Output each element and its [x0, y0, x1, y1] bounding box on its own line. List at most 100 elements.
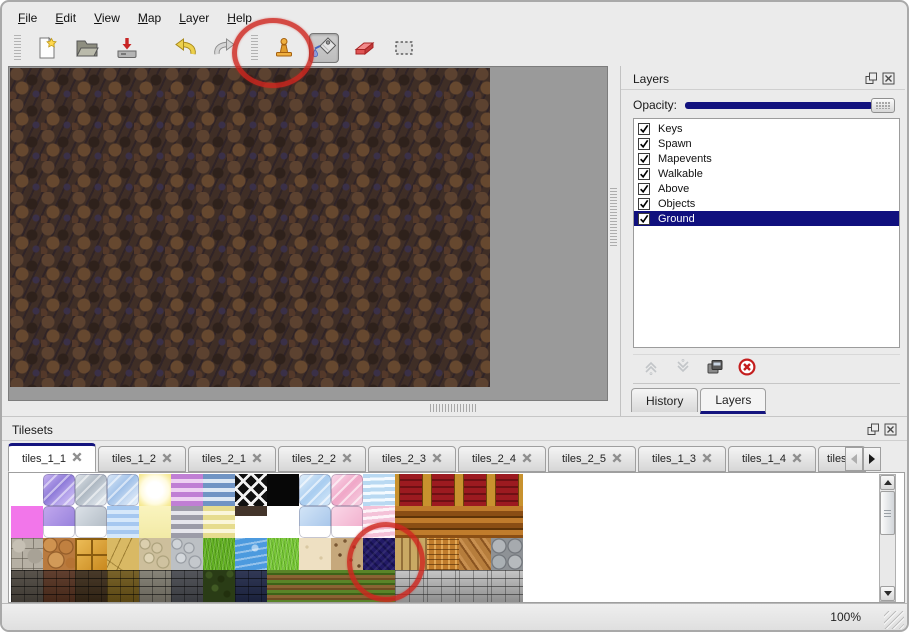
layer-delete-button[interactable]	[737, 359, 757, 379]
tile-tiles-gold[interactable]	[75, 538, 107, 570]
menu-edit[interactable]: Edit	[47, 8, 84, 28]
splitter-grip-icon[interactable]	[610, 188, 617, 246]
tileset-tab-tiles_2_2[interactable]: tiles_2_2	[278, 446, 366, 472]
tile-brick-slate[interactable]	[171, 570, 203, 602]
vertical-splitter[interactable]	[609, 66, 618, 401]
tab-close-icon[interactable]	[252, 453, 262, 466]
menu-layer[interactable]: Layer	[171, 8, 217, 28]
layer-row-ground[interactable]: Ground	[634, 211, 899, 226]
layer-visibility-checkbox[interactable]	[638, 153, 650, 165]
tab-close-icon[interactable]	[522, 453, 532, 466]
layer-row-objects[interactable]: Objects	[634, 196, 899, 211]
undo-button[interactable]	[170, 33, 200, 63]
scroll-down-button[interactable]	[880, 586, 895, 601]
tile-empty[interactable]	[267, 506, 299, 538]
tile-water[interactable]	[235, 538, 267, 570]
layer-row-mapevents[interactable]: Mapevents	[634, 151, 899, 166]
tile-stripes-blue[interactable]	[203, 474, 235, 506]
tile-glass-blue-sm[interactable]	[299, 506, 331, 538]
layer-visibility-checkbox[interactable]	[638, 168, 650, 180]
resize-grip[interactable]	[884, 611, 904, 629]
tile-stones-round[interactable]	[491, 538, 523, 570]
menu-file[interactable]: File	[10, 8, 45, 28]
tileset-tab-tiles_2_3[interactable]: tiles_2_3	[368, 446, 456, 472]
new-file-button[interactable]	[32, 33, 62, 63]
tileset-tab-tiles_1_1[interactable]: tiles_1_1	[8, 443, 96, 472]
tile-stripes-gray[interactable]	[171, 506, 203, 538]
layer-visibility-checkbox[interactable]	[638, 183, 650, 195]
tile-brick-gray[interactable]	[427, 570, 459, 602]
tile-brick-darkgray[interactable]	[11, 570, 43, 602]
layer-visibility-checkbox[interactable]	[638, 198, 650, 210]
tile-pale-yellow[interactable]	[139, 506, 171, 538]
tile-herringbone[interactable]	[459, 538, 491, 570]
float-panel-icon[interactable]	[865, 72, 878, 85]
layer-duplicate-button[interactable]	[705, 359, 725, 379]
tile-cobble-orange[interactable]	[43, 538, 75, 570]
tileset-tab-tiles_2_4[interactable]: tiles_2_4	[458, 446, 546, 472]
tile-stone-blocks[interactable]	[11, 538, 43, 570]
close-panel-icon[interactable]	[884, 423, 897, 436]
tab-close-icon[interactable]	[432, 453, 442, 466]
layer-row-keys[interactable]: Keys	[634, 121, 899, 136]
opacity-slider[interactable]	[685, 97, 895, 113]
scrollbar-thumb[interactable]	[880, 491, 895, 535]
tile-brick-gray[interactable]	[491, 570, 523, 602]
float-panel-icon[interactable]	[867, 423, 880, 436]
tile-grass2[interactable]	[267, 538, 299, 570]
tile-brick-navy[interactable]	[235, 570, 267, 602]
tileset-tab-tiles_1_2[interactable]: tiles_1_2	[98, 446, 186, 472]
tile-brick-gray[interactable]	[459, 570, 491, 602]
tile-brick-darkbrown[interactable]	[75, 570, 107, 602]
tile-basket-weave[interactable]	[427, 538, 459, 570]
tile-pebbles-beige[interactable]	[139, 538, 171, 570]
tile-stripes-purple[interactable]	[171, 474, 203, 506]
splitter-grip-icon[interactable]	[430, 404, 476, 412]
rect-select-tool-button[interactable]	[389, 33, 419, 63]
scroll-tabs-right-button[interactable]	[863, 447, 881, 471]
tile-wood-planks[interactable]	[491, 506, 523, 538]
tile-brick-stone[interactable]	[139, 570, 171, 602]
tile-grass[interactable]	[203, 538, 235, 570]
save-file-button[interactable]	[112, 33, 142, 63]
map-canvas[interactable]	[10, 68, 490, 387]
tile-glass-gray-sm[interactable]	[75, 506, 107, 538]
layer-row-spawn[interactable]: Spawn	[634, 136, 899, 151]
layer-visibility-checkbox[interactable]	[638, 138, 650, 150]
tile-plaque[interactable]	[235, 506, 267, 538]
map-viewport[interactable]	[8, 66, 608, 401]
tile-furrows[interactable]	[267, 570, 299, 602]
tab-close-icon[interactable]	[792, 453, 802, 466]
tile-stripes-ice[interactable]	[363, 474, 395, 506]
tile-glass-purple-sm[interactable]	[43, 506, 75, 538]
tile-glow-yellow[interactable]	[139, 474, 171, 506]
layer-row-walkable[interactable]: Walkable	[634, 166, 899, 181]
tileset-tab-tiles_2_1[interactable]: tiles_2_1	[188, 446, 276, 472]
tab-close-icon[interactable]	[702, 453, 712, 466]
tile-sand[interactable]	[299, 538, 331, 570]
tile-water-stripes[interactable]	[107, 506, 139, 538]
eraser-tool-button[interactable]	[349, 33, 379, 63]
tab-close-icon[interactable]	[612, 453, 622, 466]
tile-carpet-red[interactable]	[459, 474, 491, 506]
tile-wood-planks[interactable]	[427, 506, 459, 538]
tab-close-icon[interactable]	[72, 452, 82, 465]
tile-furrows[interactable]	[299, 570, 331, 602]
tile-lattice[interactable]	[235, 474, 267, 506]
horizontal-splitter[interactable]	[8, 401, 618, 415]
menu-view[interactable]: View	[86, 8, 128, 28]
opacity-slider-handle[interactable]	[871, 98, 895, 113]
tileset-tab-tiles_1_4[interactable]: tiles_1_4	[728, 446, 816, 472]
tile-empty[interactable]	[11, 474, 43, 506]
tileset-scrollbar[interactable]	[879, 474, 896, 602]
tile-glass-blue[interactable]	[107, 474, 139, 506]
tile-wood-planks[interactable]	[459, 506, 491, 538]
tileset-tab-tiles_2_5[interactable]: tiles_2_5	[548, 446, 636, 472]
tab-close-icon[interactable]	[342, 453, 352, 466]
dock-tab-history[interactable]: History	[631, 388, 698, 412]
tile-glass-blue2[interactable]	[299, 474, 331, 506]
tile-glass-purple[interactable]	[43, 474, 75, 506]
tile-magenta[interactable]	[11, 506, 43, 538]
tile-pebbles-gray[interactable]	[171, 538, 203, 570]
tile-black[interactable]	[267, 474, 299, 506]
